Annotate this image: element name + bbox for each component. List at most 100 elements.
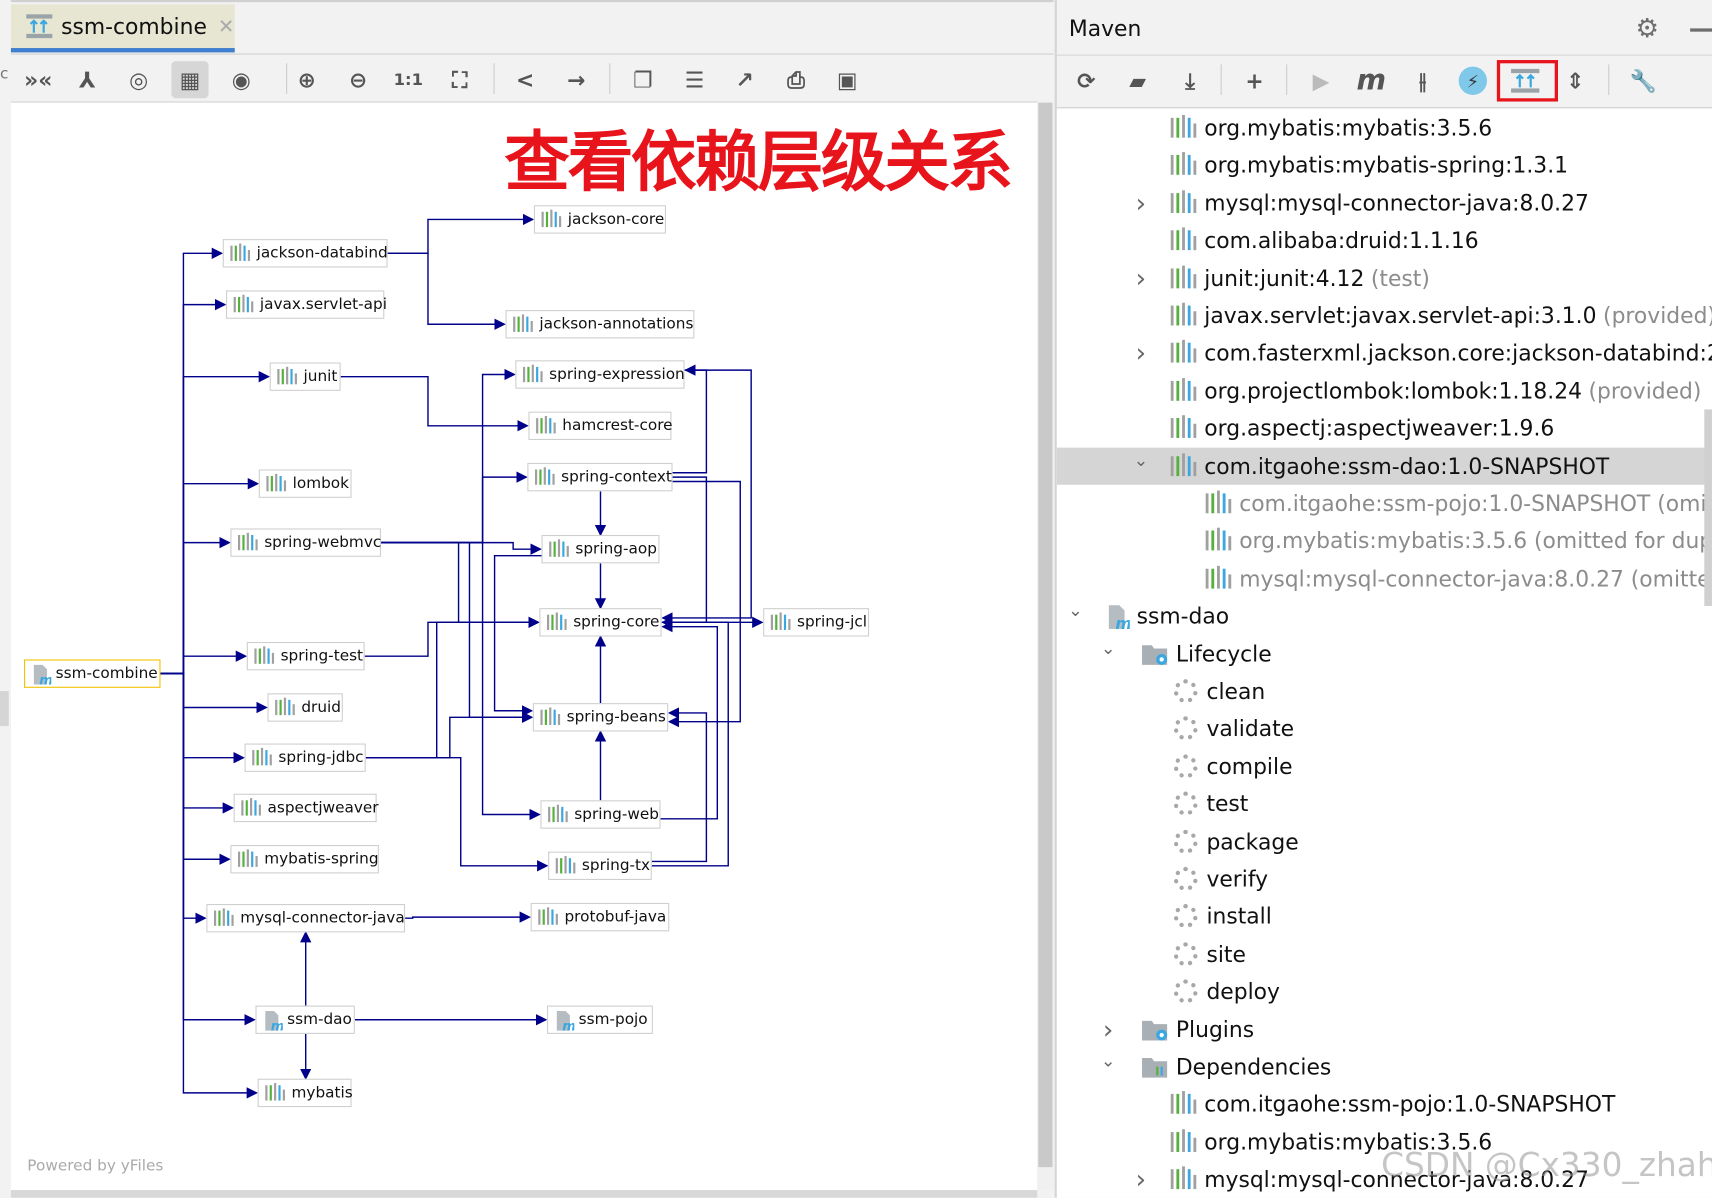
print-icon[interactable]: ⎙: [777, 61, 814, 98]
tree-item[interactable]: package: [1057, 823, 1712, 860]
chevron-down-icon[interactable]: ⌄: [1097, 1050, 1119, 1071]
tree-item[interactable]: validate: [1057, 710, 1712, 747]
toggle-offline-icon[interactable]: ⫲: [1404, 62, 1441, 99]
tree-item[interactable]: com.itgaohe:ssm-pojo:1.0-SNAPSHOT: [1057, 1086, 1712, 1123]
tree-item[interactable]: clean: [1057, 673, 1712, 710]
zoom-in-icon[interactable]: ⊕: [288, 61, 325, 98]
vertical-scrollbar[interactable]: [1037, 102, 1054, 1191]
tree-item[interactable]: › mysql:mysql-connector-java:8.0.27: [1057, 184, 1712, 221]
graph-node-spring-tx[interactable]: spring-tx: [548, 851, 652, 880]
graph-node-mybatis-spring[interactable]: mybatis-spring: [230, 845, 379, 874]
settings-wrench-icon[interactable]: 🔧: [1625, 62, 1662, 99]
graph-node-spring-context[interactable]: spring-context: [527, 462, 673, 492]
tree-item[interactable]: compile: [1057, 748, 1712, 785]
left-panel-handle[interactable]: [0, 691, 9, 727]
graph-node-spring-aop[interactable]: spring-aop: [541, 534, 660, 564]
export-icon[interactable]: ↗: [726, 61, 763, 98]
tree-item[interactable]: ⌄ Dependencies: [1057, 1048, 1712, 1085]
horizontal-scrollbar[interactable]: [10, 1190, 1038, 1198]
graph-node-javax.servlet-api[interactable]: javax.servlet-api: [226, 290, 387, 319]
dependency-diagram-canvas[interactable]: m ssm-combine jackson-databind javax.servle…: [10, 102, 1038, 1191]
graph-node-spring-expression[interactable]: spring-expression: [515, 360, 685, 389]
tree-item[interactable]: org.mybatis:mybatis:3.5.6 (omitted for d…: [1057, 522, 1712, 559]
generate-sources-icon[interactable]: ▰: [1119, 62, 1156, 99]
close-icon[interactable]: ✕: [218, 15, 234, 38]
graph-node-hamcrest-core[interactable]: hamcrest-core: [528, 411, 673, 440]
graph-node-jackson-databind[interactable]: jackson-databind: [222, 239, 388, 268]
scrollbar-thumb[interactable]: [1038, 102, 1053, 1168]
tree-item[interactable]: test: [1057, 785, 1712, 822]
tree-item[interactable]: com.alibaba:druid:1.1.16: [1057, 222, 1712, 259]
reload-icon[interactable]: ⟳: [1068, 62, 1105, 99]
graph-node-spring-webmvc[interactable]: spring-webmvc: [230, 528, 381, 557]
tree-item[interactable]: org.mybatis:mybatis-spring:1.3.1: [1057, 147, 1712, 184]
skip-tests-icon[interactable]: ⚡: [1458, 66, 1488, 95]
fit-page-icon[interactable]: ⛶: [441, 61, 478, 98]
graph-node-spring-core[interactable]: spring-core: [539, 608, 662, 637]
show-options-eye-icon[interactable]: ◉: [223, 61, 260, 98]
hierarchy-icon[interactable]: ⅄: [69, 61, 106, 98]
tree-item[interactable]: ⌄ m ssm-dao: [1057, 597, 1712, 634]
graph-node-spring-beans[interactable]: spring-beans: [532, 703, 669, 732]
tree-item[interactable]: org.projectlombok:lombok:1.18.24 (provide…: [1057, 372, 1712, 409]
chevron-right-icon[interactable]: ›: [1130, 338, 1152, 369]
maven-projects-tree[interactable]: org.mybatis:mybatis:3.5.6 org.mybatis:myb…: [1056, 109, 1712, 1198]
tree-item[interactable]: install: [1057, 898, 1712, 935]
tree-item[interactable]: verify: [1057, 860, 1712, 897]
tree-item[interactable]: ⌄ com.itgaohe:ssm-dao:1.0-SNAPSHOT: [1056, 447, 1712, 485]
graph-node-mysql-connector-java[interactable]: mysql-connector-java: [206, 904, 406, 933]
graph-node-junit[interactable]: junit: [269, 362, 341, 391]
tree-scrollbar[interactable]: [1704, 409, 1712, 606]
graph-node-spring-jdbc[interactable]: spring-jdbc: [244, 743, 366, 772]
graph-node-mybatis[interactable]: mybatis: [257, 1078, 353, 1108]
copy-icon[interactable]: ❐: [625, 61, 662, 98]
tree-item[interactable]: com.itgaohe:ssm-pojo:1.0-SNAPSHOT (omitt…: [1057, 485, 1712, 522]
save-icon[interactable]: ▣: [829, 61, 866, 98]
chevron-right-icon[interactable]: ›: [1097, 1014, 1119, 1045]
graph-node-druid[interactable]: druid: [267, 693, 343, 722]
select-neighbors-icon[interactable]: ◎: [120, 61, 157, 98]
graph-node-ssm-dao[interactable]: m ssm-dao: [255, 1005, 355, 1035]
graph-node-ssm-pojo[interactable]: m ssm-pojo: [546, 1005, 653, 1035]
graph-node-aspectjweaver[interactable]: aspectjweaver: [233, 793, 379, 823]
tree-item[interactable]: › junit:junit:4.12 (test): [1057, 259, 1712, 296]
tree-item[interactable]: site: [1057, 935, 1712, 972]
tab-ssm-combine[interactable]: ssm-combine ✕: [10, 4, 235, 53]
graph-node-spring-jcl[interactable]: spring-jcl: [763, 608, 870, 637]
export-text-icon[interactable]: ☰: [676, 61, 713, 98]
download-icon[interactable]: ⤓: [1172, 62, 1209, 99]
chevron-right-icon[interactable]: ›: [1130, 1164, 1152, 1195]
zoom-out-icon[interactable]: ⊖: [340, 61, 377, 98]
layout-icon[interactable]: <: [507, 61, 544, 98]
graph-node-protobuf-java[interactable]: protobuf-java: [530, 902, 670, 932]
graph-node-jackson-core[interactable]: jackson-core: [533, 205, 666, 234]
graph-node-jackson-annotations[interactable]: jackson-annotations: [505, 310, 695, 339]
graph-node-lombok[interactable]: lombok: [258, 469, 352, 498]
graph-node-ssm-combine[interactable]: m ssm-combine: [24, 659, 161, 689]
chevron-right-icon[interactable]: ›: [1130, 188, 1152, 219]
chevron-down-icon[interactable]: ⌄: [1065, 600, 1087, 621]
actual-size-icon[interactable]: 1:1: [390, 61, 427, 98]
fit-content-icon[interactable]: ▦: [171, 61, 209, 99]
execute-goal-icon[interactable]: m: [1353, 62, 1390, 99]
collapse-all-icon[interactable]: ⇕: [1557, 62, 1594, 99]
chevron-right-icon[interactable]: ›: [1130, 263, 1152, 294]
route-edges-icon[interactable]: →: [558, 61, 595, 98]
tree-item[interactable]: ⌄ Lifecycle: [1057, 635, 1712, 672]
tree-item[interactable]: org.mybatis:mybatis:3.5.6: [1057, 109, 1712, 146]
expand-nodes-icon[interactable]: »«: [20, 61, 57, 98]
tree-item[interactable]: deploy: [1057, 973, 1712, 1010]
chevron-down-icon[interactable]: ⌄: [1130, 449, 1152, 470]
tree-item[interactable]: mysql:mysql-connector-java:8.0.27 (omitt…: [1057, 560, 1712, 597]
add-icon[interactable]: +: [1236, 62, 1273, 99]
tree-item[interactable]: javax.servlet:javax.servlet-api:3.1.0 (pr…: [1057, 297, 1712, 334]
graph-node-spring-web[interactable]: spring-web: [540, 800, 661, 829]
tree-item[interactable]: › Plugins: [1057, 1011, 1712, 1048]
chevron-down-icon[interactable]: ⌄: [1097, 637, 1119, 658]
run-icon[interactable]: ▶: [1303, 62, 1340, 99]
tree-item[interactable]: › com.fasterxml.jackson.core:jackson-data…: [1057, 335, 1712, 372]
minimize-icon[interactable]: [1690, 28, 1712, 32]
gear-icon[interactable]: ⚙: [1636, 13, 1659, 44]
tree-item[interactable]: org.aspectj:aspectjweaver:1.9.6: [1057, 410, 1712, 447]
graph-node-spring-test[interactable]: spring-test: [246, 641, 365, 671]
